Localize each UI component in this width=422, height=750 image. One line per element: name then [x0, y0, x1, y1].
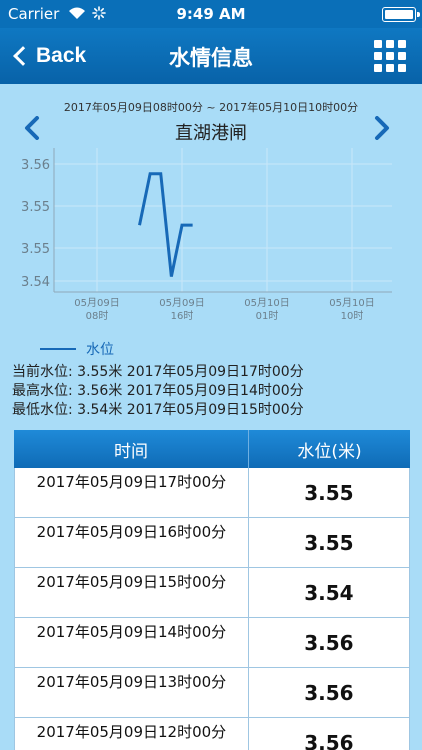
- x-tick-label: 10时: [341, 310, 364, 322]
- x-tick-label: 16时: [171, 310, 194, 322]
- status-bar: Carrier 9:49 AM: [0, 0, 422, 28]
- level-column-header: 水位(米): [297, 441, 362, 462]
- water-level-table: 时间 水位(米) 2017年05月09日17时00分 3.55 2017年05月09…: [14, 430, 410, 750]
- station-name: 直湖港闸: [175, 123, 247, 144]
- page-title: 水情信息: [169, 46, 253, 70]
- table-body: 2017年05月09日17时00分 3.55 2017年05月09日16时00分 3.…: [14, 468, 410, 750]
- table-row[interactable]: 2017年05月09日14时00分 3.56: [15, 618, 409, 668]
- row-time: 2017年05月09日12时00分: [15, 718, 249, 750]
- row-water-level: 3.55: [304, 480, 354, 505]
- clock: 9:49 AM: [176, 5, 246, 23]
- row-water-level: 3.56: [304, 680, 354, 705]
- x-tick-label: 01时: [256, 310, 279, 322]
- row-time: 2017年05月09日14时00分: [15, 618, 249, 667]
- table-row[interactable]: 2017年05月09日16时00分 3.55: [15, 518, 409, 568]
- row-water-level: 3.55: [304, 530, 354, 555]
- min-level-text: 最低水位: 3.54米 2017年05月09日15时00分: [12, 402, 304, 418]
- row-time: 2017年05月09日15时00分: [15, 568, 249, 617]
- row-water-level: 3.54: [304, 580, 354, 605]
- legend-label: 水位: [86, 342, 114, 358]
- x-tick-label: 05月09日: [74, 297, 119, 309]
- x-tick-label: 08时: [86, 310, 109, 322]
- navigation-bar: Back 水情信息: [0, 28, 422, 84]
- table-row[interactable]: 2017年05月09日12时00分 3.56: [15, 718, 409, 750]
- row-water-level: 3.56: [304, 730, 354, 750]
- row-time: 2017年05月09日17时00分: [15, 468, 249, 517]
- table-row[interactable]: 2017年05月09日17时00分 3.55: [15, 468, 409, 518]
- grid-menu-icon[interactable]: [374, 40, 406, 72]
- table-row[interactable]: 2017年05月09日15时00分 3.54: [15, 568, 409, 618]
- row-time: 2017年05月09日13时00分: [15, 668, 249, 717]
- table-header: 时间 水位(米): [14, 430, 410, 468]
- y-tick-label: 3.55: [21, 242, 50, 257]
- next-arrow-icon[interactable]: [370, 116, 394, 140]
- y-tick-label: 3.54: [21, 275, 50, 290]
- time-column-header: 时间: [14, 430, 249, 468]
- water-level-chart: 3.563.553.553.5405月09日08时05月09日16时05月10日…: [21, 148, 392, 322]
- battery-icon: [382, 7, 420, 22]
- x-tick-label: 05月10日: [329, 297, 374, 309]
- date-range: 2017年05月09日08时00分 ~ 2017年05月10日10时00分: [63, 101, 359, 114]
- plot-area: [54, 148, 392, 292]
- y-tick-label: 3.55: [21, 200, 50, 215]
- table-row[interactable]: 2017年05月09日13时00分 3.56: [15, 668, 409, 718]
- row-time: 2017年05月09日16时00分: [15, 518, 249, 567]
- x-tick-label: 05月10日: [244, 297, 289, 309]
- x-tick-label: 05月09日: [159, 297, 204, 309]
- water-level-stats: 当前水位: 3.55米 2017年05月09日17时00分 最高水位: 3.56…: [12, 363, 304, 420]
- chart-legend: 水位: [40, 339, 114, 359]
- y-tick-label: 3.56: [21, 158, 50, 173]
- max-level-text: 最高水位: 3.56米 2017年05月09日14时00分: [12, 383, 304, 399]
- row-water-level: 3.56: [304, 630, 354, 655]
- current-level-text: 当前水位: 3.55米 2017年05月09日17时00分: [12, 364, 304, 380]
- legend-line-swatch: [40, 348, 76, 350]
